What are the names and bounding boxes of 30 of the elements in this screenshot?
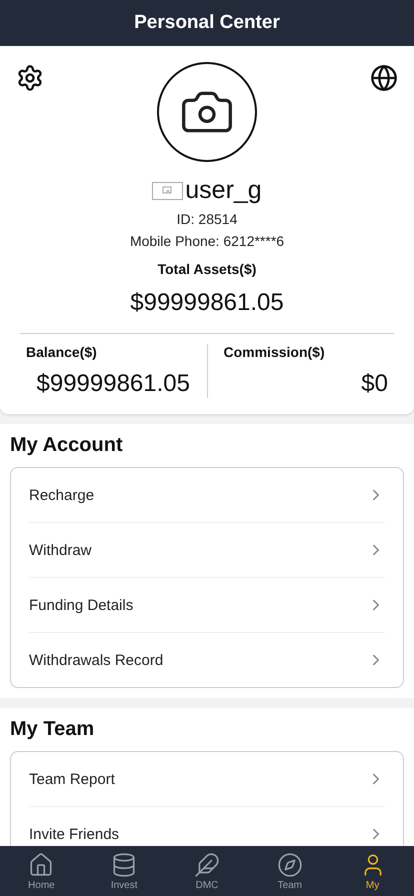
- balance-value: $99999861.05: [36, 370, 190, 398]
- commission-label: Commission($): [224, 344, 325, 360]
- globe-icon[interactable]: [370, 64, 398, 92]
- broken-image-icon: [152, 182, 184, 200]
- menu-item[interactable]: Team Report: [29, 752, 385, 807]
- balance-label: Balance($): [26, 344, 97, 360]
- home-icon: [28, 852, 54, 878]
- commission-value: $0: [361, 370, 388, 398]
- menu-item[interactable]: Recharge: [29, 468, 385, 523]
- settings-icon[interactable]: [16, 64, 44, 92]
- username: user_g: [185, 176, 262, 205]
- menu-item[interactable]: Withdrawals Record: [29, 633, 385, 687]
- user-id: ID: 28514: [176, 211, 238, 227]
- menu-item[interactable]: Withdraw: [29, 523, 385, 578]
- menu-item[interactable]: Funding Details: [29, 578, 385, 633]
- section-title: My Account: [10, 434, 124, 457]
- section-title: My Team: [10, 718, 96, 741]
- total-assets-value: $99999861.05: [130, 289, 284, 317]
- tab[interactable]: Team: [248, 846, 332, 896]
- tab[interactable]: My: [331, 846, 414, 896]
- page-title: Personal Center: [134, 12, 280, 34]
- tab[interactable]: Invest: [82, 846, 166, 896]
- coin-stack-icon: [111, 852, 138, 878]
- leaf-icon: [194, 852, 220, 878]
- compass-icon: [276, 852, 303, 878]
- tab[interactable]: Home: [0, 846, 83, 896]
- total-assets-label: Total Assets($): [158, 261, 256, 277]
- menu-item[interactable]: Invite Friends: [29, 807, 385, 846]
- tab[interactable]: DMC: [166, 846, 248, 896]
- mobile-phone: Mobile Phone: 6212****6: [130, 233, 284, 249]
